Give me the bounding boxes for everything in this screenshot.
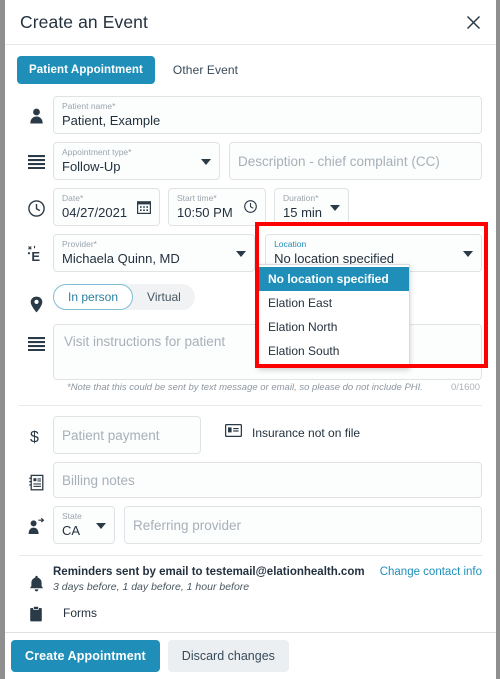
svg-text:$: $ (30, 429, 39, 445)
row-visit-instructions: Visit instructions for patient (19, 324, 482, 380)
start-time-field[interactable]: Start time* 10:50 PM (168, 188, 266, 226)
referring-provider-placeholder: Referring provider (133, 518, 242, 533)
event-type-tabs: Patient Appointment Other Event (5, 45, 496, 96)
svg-text:E: E (31, 249, 40, 263)
chevron-down-icon (201, 159, 211, 165)
duration-select[interactable]: Duration* 15 min (274, 188, 349, 226)
row-patient-name: Patient name* Patient, Example (19, 96, 482, 134)
state-select[interactable]: State CA (53, 506, 115, 544)
forms-label: Forms (63, 606, 97, 620)
person-icon (19, 96, 53, 130)
visit-mode-toggle: In person Virtual (53, 284, 195, 310)
provider-value: Michaela Quinn, MD (62, 251, 180, 266)
close-icon[interactable] (462, 11, 484, 33)
map-pin-icon (19, 284, 53, 318)
location-option-elation-south[interactable]: Elation South (259, 339, 409, 363)
patient-name-field[interactable]: Patient name* Patient, Example (53, 96, 482, 134)
provider-select[interactable]: Provider* Michaela Quinn, MD (53, 234, 256, 272)
page-title: Create an Event (20, 11, 148, 32)
change-contact-info-link[interactable]: Change contact info (380, 565, 482, 578)
clock-icon[interactable] (244, 200, 257, 213)
modal-header: Create an Event (5, 0, 496, 45)
list-icon (19, 142, 53, 176)
row-visit-mode: In person Virtual (19, 284, 482, 318)
location-option-elation-east[interactable]: Elation East (259, 291, 409, 315)
divider-billing (19, 405, 482, 406)
billing-notes-placeholder: Billing notes (62, 473, 135, 488)
location-dropdown-list: No location specified Elation East Elati… (258, 264, 410, 368)
row-reminders: Reminders sent by email to testemail@ela… (19, 565, 482, 599)
list-icon (19, 324, 53, 358)
chevron-down-icon (236, 251, 247, 257)
provider-label: Provider* (62, 239, 97, 249)
appointment-type-value: Follow-Up (62, 159, 121, 174)
location-option-elation-north[interactable]: Elation North (259, 315, 409, 339)
visit-instructions-counter: 0/1600 (450, 382, 480, 393)
row-provider-location: E Provider* Michaela Quinn, MD Location … (19, 234, 482, 272)
reminders-email-line: Reminders sent by email to testemail@ela… (53, 566, 365, 578)
insurance-status: Insurance not on file (224, 416, 361, 450)
tab-patient-appointment[interactable]: Patient Appointment (17, 56, 155, 84)
clipboard-notes-icon (19, 462, 53, 496)
patient-payment-field[interactable]: Patient payment (53, 416, 201, 454)
modal-footer: Create Appointment Discard changes (5, 632, 496, 679)
visit-mode-in-person[interactable]: In person (53, 284, 134, 310)
create-appointment-button[interactable]: Create Appointment (11, 640, 160, 672)
clipboard-icon (19, 605, 53, 623)
referring-provider-icon (19, 506, 53, 540)
window-edge-right (496, 0, 500, 679)
row-payment: $ Patient payment Insurance not on file (19, 416, 482, 454)
row-referring-provider: State CA Referring provider (19, 506, 482, 544)
divider-reminders (19, 555, 482, 556)
visit-mode-virtual[interactable]: Virtual (133, 284, 195, 310)
id-card-icon (224, 423, 243, 442)
row-billing-notes: Billing notes (19, 462, 482, 498)
duration-label: Duration* (283, 193, 319, 203)
calendar-icon[interactable] (137, 200, 151, 214)
tab-other-event[interactable]: Other Event (163, 55, 248, 85)
reminders-text-block: Reminders sent by email to testemail@ela… (53, 565, 482, 595)
location-label: Location (274, 239, 307, 249)
visit-instructions-note: *Note that this could be sent by text me… (67, 382, 423, 393)
referring-provider-field[interactable]: Referring provider (124, 506, 482, 544)
clock-icon (19, 188, 53, 222)
bell-icon (19, 565, 53, 599)
row-forms: Forms (19, 605, 482, 623)
row-appointment-type: Appointment type* Follow-Up Description … (19, 142, 482, 180)
visit-instructions-note-row: *Note that this could be sent by text me… (19, 380, 482, 393)
billing-notes-field[interactable]: Billing notes (53, 462, 482, 498)
discard-changes-button[interactable]: Discard changes (167, 640, 289, 672)
date-field[interactable]: Date* 04/27/2021 (53, 188, 160, 226)
screenshot-root: Create an Event Patient Appointment Othe… (0, 0, 500, 679)
chevron-down-icon (463, 251, 473, 257)
description-placeholder: Description - chief complaint (CC) (238, 154, 440, 169)
chevron-down-icon (330, 205, 340, 211)
location-option-no-location[interactable]: No location specified (259, 267, 409, 291)
reminders-schedule-line: 3 days before, 1 day before, 1 hour befo… (53, 581, 250, 593)
insurance-text: Insurance not on file (252, 426, 361, 440)
create-event-modal: Create an Event Patient Appointment Othe… (5, 0, 496, 679)
row-date-time: Date* 04/27/2021 Start time* 10:50 PM Du… (19, 188, 482, 226)
patient-name-label: Patient name* (62, 101, 116, 111)
stethoscope-icon: E (19, 234, 53, 268)
patient-payment-placeholder: Patient payment (62, 428, 160, 443)
dollar-icon: $ (19, 416, 53, 450)
modal-body: Patient name* Patient, Example Appointme… (5, 96, 496, 623)
description-field[interactable]: Description - chief complaint (CC) (229, 142, 482, 180)
state-label: State (62, 511, 82, 521)
patient-name-value: Patient, Example (62, 113, 161, 128)
chevron-down-icon (96, 523, 106, 529)
appointment-type-label: Appointment type* (62, 147, 132, 157)
appointment-type-select[interactable]: Appointment type* Follow-Up (53, 142, 220, 180)
